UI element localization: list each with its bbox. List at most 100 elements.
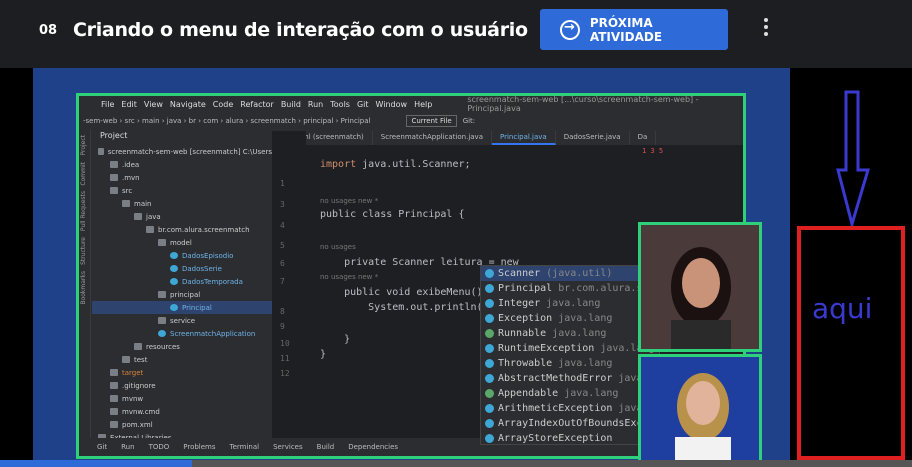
completion-popup[interactable]: Scanner (java.util) Principal br.com.alura.… <box>480 265 660 445</box>
tree-item[interactable]: ScreenmatchApplication <box>92 327 272 340</box>
tree-item[interactable]: principal <box>92 288 272 301</box>
class-icon <box>170 265 178 272</box>
editor-tab[interactable]: Principal.java <box>492 131 556 145</box>
completion-item[interactable]: ArrayIndexOutOfBoundsExc <box>481 416 659 431</box>
tree-item[interactable]: mvnw <box>92 392 272 405</box>
tree-item-label: DadosTemporada <box>182 277 243 286</box>
ide-breadcrumb: -sem-web › src › main › java › br › com … <box>83 116 371 125</box>
tree-item[interactable]: .idea <box>92 158 272 171</box>
next-activity-button[interactable]: PRÓXIMA ATIVIDADE <box>540 9 728 50</box>
tree-item[interactable]: mvnw.cmd <box>92 405 272 418</box>
editor-tab[interactable]: ScreenmatchApplication.java <box>373 131 492 145</box>
menu-tools[interactable]: Tools <box>330 100 350 109</box>
project-tree: screenmatch-sem-web [screenmatch] C:\Use… <box>92 145 272 444</box>
menu-file[interactable]: File <box>101 100 114 109</box>
instructor-camera-2 <box>638 354 762 464</box>
statusbar-git[interactable]: Git <box>97 443 107 451</box>
git-label: Git: <box>462 116 476 125</box>
code-line-1: import java.util.Scanner; <box>320 159 471 170</box>
code-line-11: } <box>320 334 351 345</box>
tool-window-strip: Project Commit Pull Requests Structure Bookm… <box>79 129 91 456</box>
menu-edit[interactable]: Edit <box>121 100 137 109</box>
folder-icon <box>122 200 130 207</box>
tree-item-label: src <box>122 186 133 195</box>
tree-item[interactable]: br.com.alura.screenmatch <box>92 223 272 236</box>
completion-item[interactable]: Scanner (java.util) <box>481 266 659 281</box>
tree-item[interactable]: java <box>92 210 272 223</box>
tree-item-label: DadosSerie <box>182 264 222 273</box>
line-number: 12 <box>280 369 290 378</box>
completion-name: RuntimeException <box>498 343 595 354</box>
completion-item[interactable]: AbstractMethodError java <box>481 371 659 386</box>
menu-git[interactable]: Git <box>357 100 369 109</box>
inspection-counts: 1 3 5 <box>642 147 664 155</box>
tree-item-label: .mvn <box>122 173 140 182</box>
tree-item[interactable]: resources <box>92 340 272 353</box>
code-line-9: System.out.println( <box>320 302 483 313</box>
menu-build[interactable]: Build <box>281 100 301 109</box>
completion-item[interactable]: ArithmeticException java <box>481 401 659 416</box>
completion-item[interactable]: Integer java.lang <box>481 296 659 311</box>
line-number: 7 <box>280 277 285 286</box>
tree-item[interactable]: service <box>92 314 272 327</box>
menu-code[interactable]: Code <box>213 100 233 109</box>
folder-icon <box>158 239 166 246</box>
tree-item[interactable]: DadosTemporada <box>92 275 272 288</box>
tree-item[interactable]: screenmatch-sem-web [screenmatch] C:\Use… <box>92 145 272 158</box>
annotation-label: aqui <box>812 292 873 325</box>
tree-item[interactable]: test <box>92 353 272 366</box>
class-icon <box>485 284 494 293</box>
tree-item[interactable]: target <box>92 366 272 379</box>
tree-item[interactable]: DadosSerie <box>92 262 272 275</box>
tree-item[interactable]: Principal <box>92 301 272 314</box>
completion-item[interactable]: RuntimeException java.lang <box>481 341 659 356</box>
tree-item-label: test <box>134 355 148 364</box>
run-config-select[interactable]: Current File <box>406 114 457 127</box>
class-icon <box>485 359 494 368</box>
tree-item[interactable]: src <box>92 184 272 197</box>
interface-icon <box>485 329 494 338</box>
completion-item[interactable]: ArrayStoreException <box>481 431 659 446</box>
statusbar-todo[interactable]: TODO <box>149 443 170 451</box>
tree-item[interactable]: .gitignore <box>92 379 272 392</box>
editor-tab[interactable]: DadosSerie.java <box>556 131 630 145</box>
tree-item[interactable]: .mvn <box>92 171 272 184</box>
statusbar-run[interactable]: Run <box>121 443 134 451</box>
more-options-icon[interactable] <box>764 18 770 39</box>
person-image <box>641 357 759 461</box>
tree-item-label: ScreenmatchApplication <box>170 329 256 338</box>
tree-item[interactable]: main <box>92 197 272 210</box>
line-number: 5 <box>280 241 285 250</box>
class-icon <box>485 269 494 278</box>
statusbar-dependencies[interactable]: Dependencies <box>348 443 398 451</box>
completion-name: AbstractMethodError <box>498 373 613 384</box>
completion-item[interactable]: Runnable java.lang <box>481 326 659 341</box>
statusbar-terminal[interactable]: Terminal <box>230 443 260 451</box>
completion-item[interactable]: Exception java.lang <box>481 311 659 326</box>
menu-navigate[interactable]: Navigate <box>170 100 206 109</box>
menu-help[interactable]: Help <box>414 100 432 109</box>
completion-item[interactable]: Principal br.com.alura.s <box>481 281 659 296</box>
folder-icon <box>110 382 118 389</box>
tree-item[interactable]: pom.xml <box>92 418 272 431</box>
completion-name: Throwable <box>498 358 553 369</box>
statusbar-services[interactable]: Services <box>273 443 303 451</box>
folder-icon <box>110 174 118 181</box>
completion-item[interactable]: Appendable java.lang <box>481 386 659 401</box>
project-panel: Project screenmatch-sem-web [screenmatch… <box>92 131 272 444</box>
tree-item[interactable]: model <box>92 236 272 249</box>
statusbar-problems[interactable]: Problems <box>183 443 215 451</box>
completion-item[interactable]: Throwable java.lang <box>481 356 659 371</box>
tree-item-label: target <box>122 368 144 377</box>
editor-tab[interactable]: Da <box>630 131 657 145</box>
video-progress-bar[interactable] <box>0 460 912 467</box>
statusbar-build[interactable]: Build <box>317 443 335 451</box>
tree-item[interactable]: DadosEpisodio <box>92 249 272 262</box>
tree-item-label: pom.xml <box>122 420 153 429</box>
menu-run[interactable]: Run <box>308 100 323 109</box>
menu-view[interactable]: View <box>144 100 163 109</box>
line-number: 9 <box>280 322 285 331</box>
menu-refactor[interactable]: Refactor <box>240 100 274 109</box>
menu-window[interactable]: Window <box>376 100 408 109</box>
completion-package: java.lang <box>552 328 607 339</box>
